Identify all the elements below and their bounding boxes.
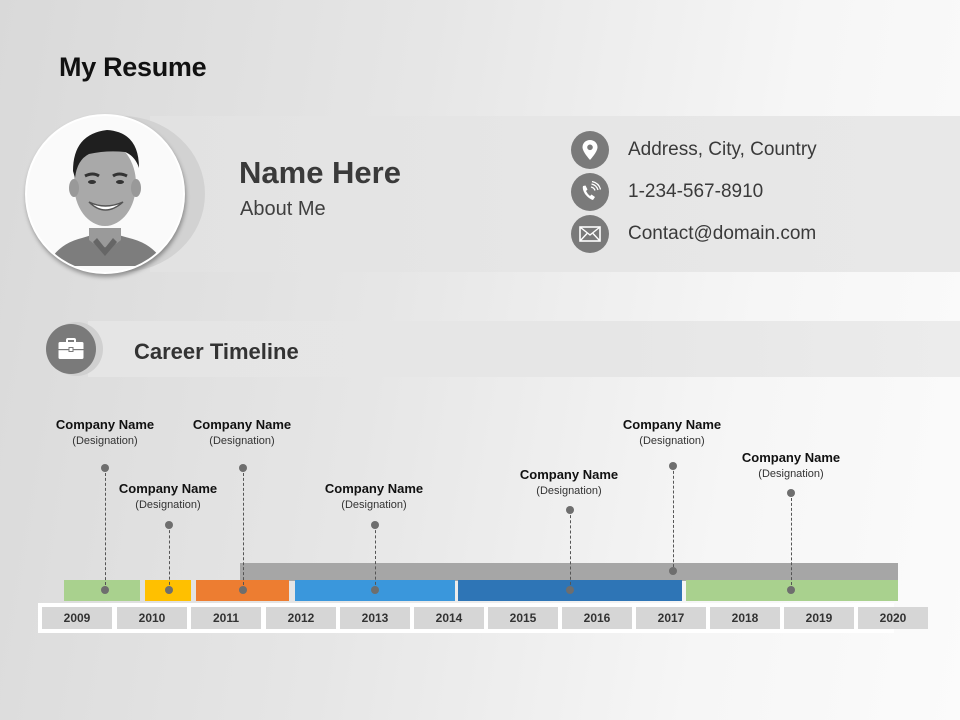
milestone-stem (673, 466, 674, 572)
milestone-dot (669, 462, 677, 470)
milestone-dot (566, 506, 574, 514)
year-label: 2009 (42, 607, 112, 629)
year-label: 2020 (858, 607, 928, 629)
phone-icon (571, 173, 609, 211)
year-label: 2017 (636, 607, 706, 629)
year-label: 2014 (414, 607, 484, 629)
company-name: Company Name (118, 481, 218, 496)
company-name: Company Name (324, 481, 424, 496)
milestone-stem (169, 525, 170, 590)
milestone-dot (669, 567, 677, 575)
designation: (Designation) (341, 499, 407, 511)
milestone-stem (791, 493, 792, 590)
milestone-dot (239, 464, 247, 472)
milestone-dot (239, 586, 247, 594)
milestone-dot (566, 586, 574, 594)
year-label: 2011 (191, 607, 261, 629)
company-name: Company Name (622, 417, 722, 432)
designation: (Designation) (209, 435, 275, 447)
year-label: 2019 (784, 607, 854, 629)
designation: (Designation) (639, 435, 705, 447)
milestone-label: Company Name (Designation) (294, 481, 454, 513)
phone-text: 1-234-567-8910 (628, 181, 764, 202)
year-label: 2012 (266, 607, 336, 629)
page-title: My Resume (59, 52, 207, 82)
briefcase-icon (46, 324, 96, 374)
milestone-stem (570, 510, 571, 590)
designation: (Designation) (72, 435, 138, 447)
company-name: Company Name (741, 450, 841, 465)
company-name: Company Name (192, 417, 292, 432)
milestone-dot (165, 586, 173, 594)
milestone-stem (375, 525, 376, 590)
milestone-dot (101, 464, 109, 472)
milestone-label: Company Name (Designation) (489, 467, 649, 499)
contact-phone: 1-234-567-8910 (571, 173, 931, 211)
company-name: Company Name (55, 417, 155, 432)
milestone-label: Company Name (Designation) (88, 481, 248, 513)
profile-photo (25, 114, 185, 274)
milestone-dot (165, 521, 173, 529)
year-label: 2018 (710, 607, 780, 629)
year-label: 2015 (488, 607, 558, 629)
milestone-dot (101, 586, 109, 594)
milestone-dot (787, 586, 795, 594)
profile-name: Name Here (239, 155, 401, 190)
year-label: 2016 (562, 607, 632, 629)
year-label: 2010 (117, 607, 187, 629)
address-text: Address, City, Country (628, 139, 817, 160)
milestone-stem (243, 468, 244, 590)
company-name: Company Name (519, 467, 619, 482)
career-title: Career Timeline (134, 339, 299, 364)
year-label: 2013 (340, 607, 410, 629)
email-text: Contact@domain.com (628, 223, 817, 244)
milestone-label: Company Name (Designation) (592, 417, 752, 449)
contact-address: Address, City, Country (571, 131, 931, 169)
designation: (Designation) (758, 468, 824, 480)
profile-about: About Me (240, 198, 326, 220)
map-pin-icon (571, 131, 609, 169)
person-photo-icon (27, 116, 183, 272)
milestone-dot (371, 521, 379, 529)
timeline-bar-gray (240, 563, 898, 581)
milestone-label: Company Name (Designation) (711, 450, 871, 482)
designation: (Designation) (536, 485, 602, 497)
milestone-label: Company Name (Designation) (162, 417, 322, 449)
contact-email: Contact@domain.com (571, 215, 931, 253)
milestone-label: Company Name (Designation) (25, 417, 185, 449)
milestone-dot (787, 489, 795, 497)
designation: (Designation) (135, 499, 201, 511)
milestone-dot (371, 586, 379, 594)
envelope-icon (571, 215, 609, 253)
